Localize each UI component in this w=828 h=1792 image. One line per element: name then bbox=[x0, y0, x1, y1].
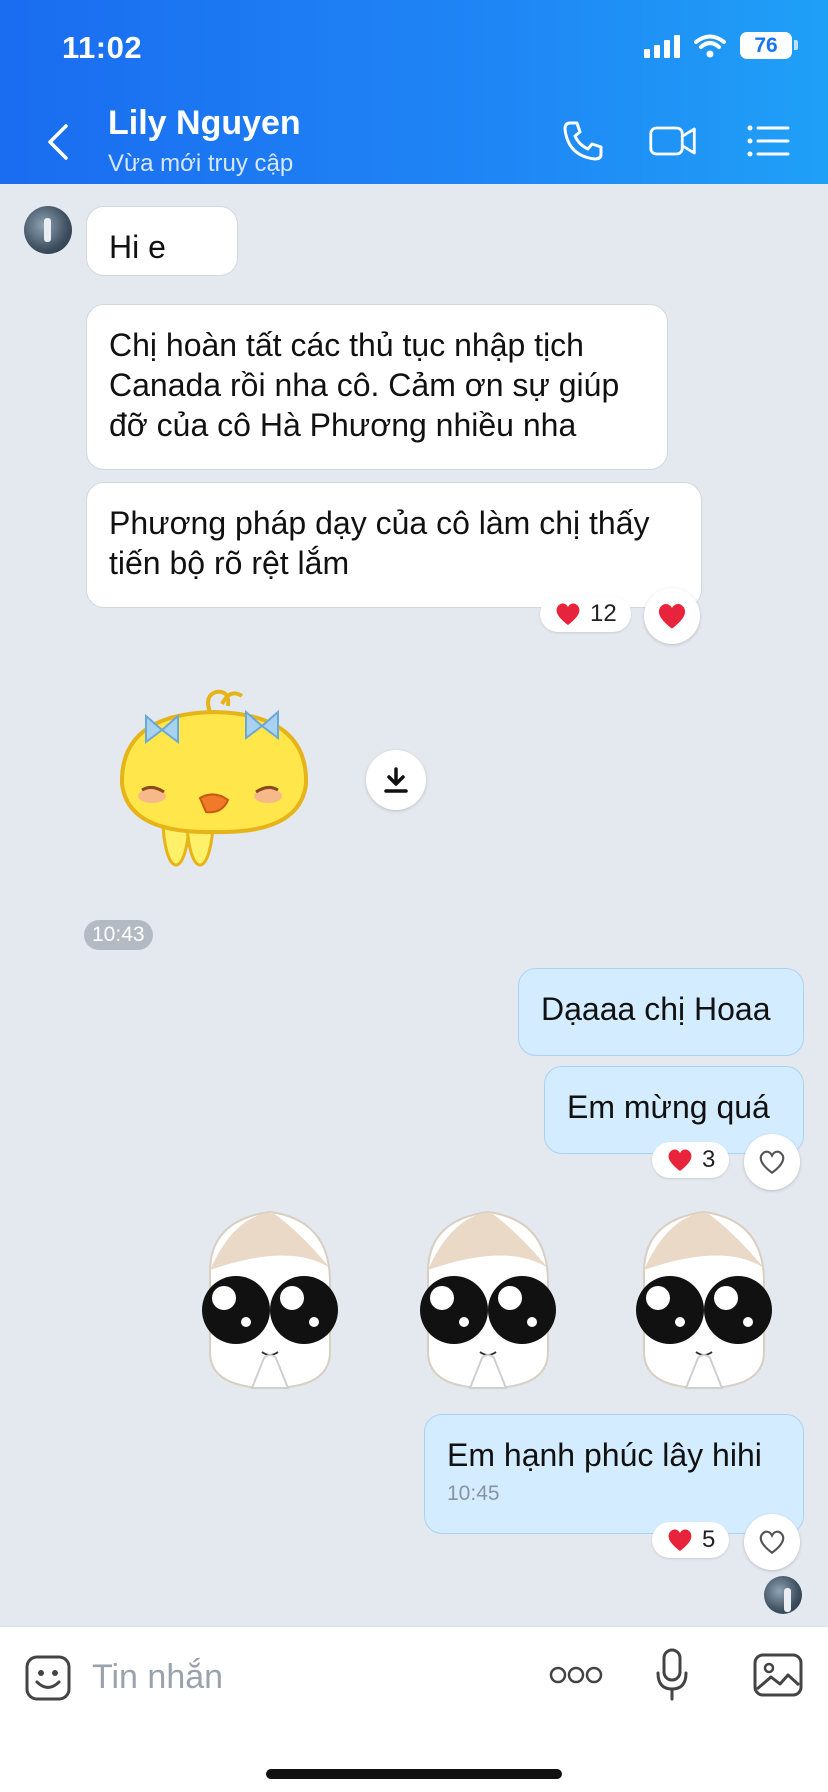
heart-icon bbox=[668, 1529, 692, 1551]
praying-sticker[interactable] bbox=[180, 1202, 352, 1392]
praying-sticker[interactable] bbox=[614, 1202, 786, 1392]
praying-sticker[interactable] bbox=[398, 1202, 570, 1392]
back-icon[interactable] bbox=[40, 120, 80, 164]
reaction-count: 12 bbox=[590, 600, 617, 627]
message-bubble-outgoing[interactable]: Em hạnh phúc lây hihi 10:45 bbox=[424, 1414, 804, 1534]
message-list[interactable]: Hi e Chị hoàn tất các thủ tục nhập tịch … bbox=[0, 184, 828, 1626]
react-button[interactable] bbox=[744, 1134, 800, 1190]
message-text: Phương pháp dạy của cô làm chị thấy tiến… bbox=[109, 505, 650, 581]
battery-indicator: 76 bbox=[740, 32, 798, 59]
heart-icon bbox=[658, 603, 686, 629]
message-text: Em hạnh phúc lây hihi bbox=[447, 1437, 762, 1473]
message-text: Hi e bbox=[109, 229, 166, 265]
message-text: Chị hoàn tất các thủ tục nhập tịch Canad… bbox=[109, 327, 620, 443]
reaction-summary[interactable]: 5 bbox=[652, 1522, 730, 1558]
message-time: 10:43 bbox=[84, 920, 153, 950]
chat-header: 11:02 76 Lily Nguyen Vừa mới truy cập bbox=[0, 0, 828, 184]
status-icons: 76 bbox=[644, 32, 798, 59]
message-bubble-outgoing[interactable]: Dạaaa chị Hoaa bbox=[518, 968, 804, 1056]
status-time: 11:02 bbox=[62, 30, 143, 65]
chick-sticker[interactable] bbox=[110, 684, 320, 884]
home-indicator bbox=[266, 1769, 562, 1779]
download-button[interactable] bbox=[366, 750, 426, 810]
phone-icon[interactable] bbox=[558, 116, 608, 166]
download-icon bbox=[384, 767, 408, 793]
menu-list-icon[interactable] bbox=[744, 116, 794, 166]
reaction-summary[interactable]: 3 bbox=[652, 1142, 730, 1178]
contact-status: Vừa mới truy cập bbox=[108, 150, 294, 177]
message-input-bar bbox=[0, 1626, 828, 1792]
message-time: 10:45 bbox=[447, 1482, 500, 1505]
message-text: Dạaaa chị Hoaa bbox=[541, 991, 771, 1027]
react-button[interactable] bbox=[644, 588, 700, 644]
heart-icon bbox=[668, 1149, 692, 1171]
image-icon[interactable] bbox=[752, 1651, 804, 1699]
avatar[interactable] bbox=[24, 206, 72, 254]
reaction-summary[interactable]: 12 bbox=[540, 596, 631, 632]
wifi-icon bbox=[694, 34, 726, 57]
message-bubble-incoming[interactable]: Chị hoàn tất các thủ tục nhập tịch Canad… bbox=[86, 304, 668, 470]
reaction-count: 3 bbox=[702, 1146, 716, 1173]
microphone-icon[interactable] bbox=[652, 1647, 692, 1703]
video-call-icon[interactable] bbox=[648, 116, 698, 166]
contact-name[interactable]: Lily Nguyen bbox=[108, 104, 301, 143]
reaction-count: 5 bbox=[702, 1526, 716, 1553]
emoji-icon[interactable] bbox=[24, 1653, 72, 1703]
seen-avatar bbox=[764, 1576, 802, 1614]
message-input[interactable] bbox=[92, 1647, 512, 1707]
signal-icon bbox=[644, 34, 680, 58]
heart-icon bbox=[556, 603, 580, 625]
react-button[interactable] bbox=[744, 1514, 800, 1570]
message-bubble-incoming[interactable]: Hi e bbox=[86, 206, 238, 276]
heart-outline-icon bbox=[759, 1530, 785, 1555]
message-bubble-incoming[interactable]: Phương pháp dạy của cô làm chị thấy tiến… bbox=[86, 482, 702, 608]
more-icon[interactable] bbox=[548, 1663, 604, 1687]
message-text: Em mừng quá bbox=[567, 1089, 770, 1125]
heart-outline-icon bbox=[759, 1150, 785, 1175]
